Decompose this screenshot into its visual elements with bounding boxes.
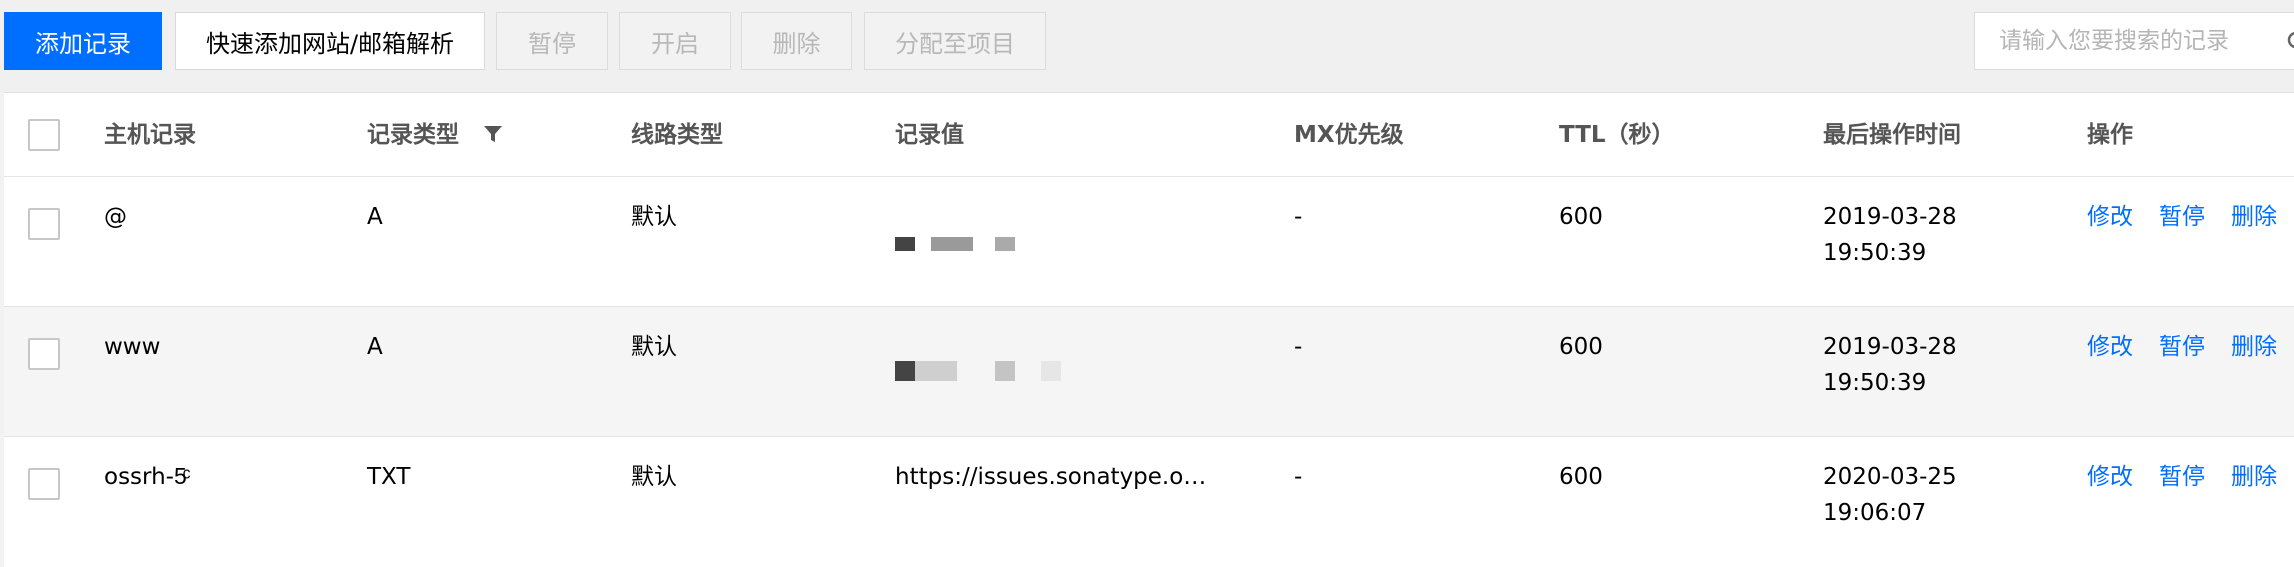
- quick-add-button[interactable]: 快速添加网站/邮箱解析: [175, 12, 485, 70]
- table-row: @ A 默认 - 600 2019-03-28 19:50:39 修改 暂停 删除: [4, 177, 2294, 307]
- record-host: @: [104, 204, 127, 230]
- header-last-modified: 最后操作时间: [1823, 122, 1961, 148]
- edit-link[interactable]: 修改: [2087, 334, 2133, 360]
- table-row: ossrh-5ͨ TXT 默认 https://issues.sonatype.…: [4, 437, 2294, 567]
- header-type: 记录类型: [367, 122, 459, 148]
- record-time: 19:50:39: [1823, 370, 1927, 396]
- delete-link[interactable]: 删除: [2231, 464, 2277, 490]
- record-time: 19:06:07: [1823, 500, 1927, 526]
- record-line: 默认: [631, 204, 677, 230]
- header-host: 主机记录: [104, 122, 196, 148]
- row-checkbox[interactable]: [28, 468, 60, 500]
- record-line: 默认: [631, 334, 677, 360]
- assign-project-button[interactable]: 分配至项目: [864, 12, 1046, 70]
- pause-button[interactable]: 暂停: [496, 12, 608, 70]
- record-host: www: [104, 334, 161, 360]
- filter-icon[interactable]: [482, 123, 504, 145]
- record-mx: -: [1294, 334, 1303, 360]
- record-time: 19:50:39: [1823, 240, 1927, 266]
- record-actions: 修改 暂停 删除: [2087, 329, 2294, 365]
- delete-link[interactable]: 删除: [2231, 204, 2277, 230]
- record-mx: -: [1294, 464, 1303, 490]
- search-icon[interactable]: [2286, 30, 2294, 54]
- record-last-modified: 2020-03-25 19:06:07: [1823, 459, 1957, 531]
- table-header: 主机记录 记录类型 线路类型 记录值 MX优先级 TTL（秒） 最后操作时间 操…: [4, 93, 2294, 177]
- add-record-button[interactable]: 添加记录: [4, 12, 162, 70]
- search-input[interactable]: [1997, 27, 2261, 55]
- record-line: 默认: [631, 464, 677, 490]
- delete-link[interactable]: 删除: [2231, 334, 2277, 360]
- header-value: 记录值: [895, 122, 964, 148]
- header-ttl: TTL（秒）: [1559, 122, 1675, 148]
- row-checkbox[interactable]: [28, 338, 60, 370]
- record-ttl: 600: [1559, 464, 1603, 490]
- search-box[interactable]: [1974, 12, 2294, 70]
- records-table: 主机记录 记录类型 线路类型 记录值 MX优先级 TTL（秒） 最后操作时间 操…: [4, 92, 2294, 567]
- record-date: 2019-03-28: [1823, 204, 1957, 230]
- record-type: A: [367, 334, 383, 360]
- record-last-modified: 2019-03-28 19:50:39: [1823, 329, 1957, 401]
- record-type: A: [367, 204, 383, 230]
- start-button[interactable]: 开启: [619, 12, 731, 70]
- record-mx: -: [1294, 204, 1303, 230]
- record-host: ossrh-5ͨ: [104, 464, 187, 490]
- record-last-modified: 2019-03-28 19:50:39: [1823, 199, 1957, 271]
- pause-link[interactable]: 暂停: [2159, 204, 2205, 230]
- header-line: 线路类型: [631, 122, 723, 148]
- pause-link[interactable]: 暂停: [2159, 464, 2205, 490]
- record-actions: 修改 暂停 删除: [2087, 459, 2294, 495]
- header-actions: 操作: [2087, 122, 2133, 148]
- edit-link[interactable]: 修改: [2087, 464, 2133, 490]
- header-mx: MX优先级: [1294, 122, 1404, 148]
- edit-link[interactable]: 修改: [2087, 204, 2133, 230]
- table-row: www A 默认 - 600 2019-03-28 19:50:39 修改 暂停删…: [4, 307, 2294, 437]
- record-date: 2019-03-28: [1823, 334, 1957, 360]
- delete-button[interactable]: 删除: [741, 12, 852, 70]
- record-actions: 修改 暂停 删除: [2087, 199, 2294, 235]
- select-all-checkbox[interactable]: [28, 119, 60, 151]
- record-type: TXT: [367, 464, 411, 490]
- record-ttl: 600: [1559, 334, 1603, 360]
- record-value: https://issues.sonatype.o…: [895, 464, 1207, 490]
- record-ttl: 600: [1559, 204, 1603, 230]
- pause-link[interactable]: 暂停: [2159, 334, 2205, 360]
- toolbar: 添加记录 快速添加网站/邮箱解析 暂停 开启 删除 分配至项目: [0, 0, 2294, 92]
- record-date: 2020-03-25: [1823, 464, 1957, 490]
- row-checkbox[interactable]: [28, 208, 60, 240]
